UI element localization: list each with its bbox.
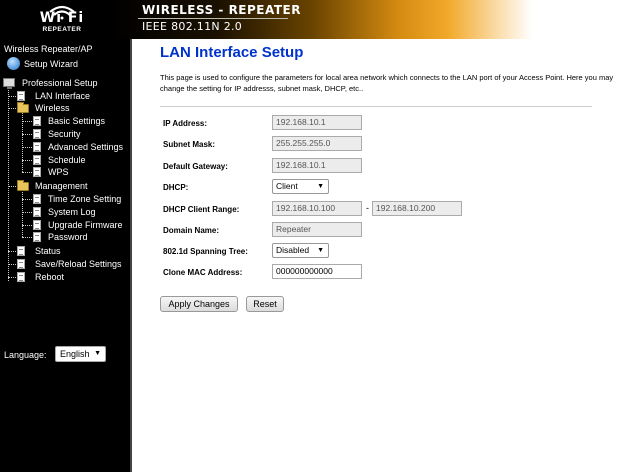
chevron-down-icon: ▼ (94, 350, 101, 357)
sidebar-item-label: Advanced Settings (48, 142, 124, 152)
folder-icon (17, 180, 29, 191)
document-icon (33, 116, 41, 126)
sidebar-item-label: Security (48, 129, 81, 139)
dhcp-range-end-input[interactable]: 192.168.10.200 (372, 201, 462, 216)
tree-line (8, 108, 16, 109)
sidebar-item-label: WPS (48, 167, 69, 177)
tree-line (22, 199, 32, 200)
apply-changes-button[interactable]: Apply Changes (160, 296, 238, 312)
default-gateway-label: Default Gateway: (163, 162, 228, 171)
document-icon (17, 246, 25, 256)
document-icon (33, 142, 41, 152)
tree-line (22, 237, 32, 238)
chevron-down-icon: ▼ (317, 247, 324, 254)
sidebar-title-label: Wireless Repeater/AP (4, 44, 93, 54)
tree-line (8, 186, 16, 187)
header: Wi Fi REPEATER WIRELESS - REPEATER IEEE … (0, 0, 640, 39)
folder-icon (17, 102, 29, 113)
sidebar-item-label: Upgrade Firmware (48, 220, 123, 230)
banner-subtitle: IEEE 802.11N 2.0 (142, 20, 243, 33)
tree-line (22, 134, 32, 135)
language-select[interactable]: English ▼ (55, 346, 106, 362)
logo-subtitle: REPEATER (42, 26, 82, 33)
ip-address-input[interactable]: 192.168.10.1 (272, 115, 362, 130)
sidebar-item-label: Status (35, 246, 61, 256)
sidebar-item-label: Save/Reload Settings (35, 259, 122, 269)
sidebar-item-label: Wireless (35, 103, 70, 113)
spanning-tree-label: 802.1d Spanning Tree: (163, 247, 248, 256)
main-content: LAN Interface Setup This page is used to… (132, 39, 640, 472)
banner-title: WIRELESS - REPEATER (142, 3, 301, 17)
sidebar-item-label: System Log (48, 207, 96, 217)
sidebar-item-label: Setup Wizard (24, 59, 79, 69)
sidebar-item-label: Basic Settings (48, 116, 106, 126)
sidebar-item-label: Management (35, 181, 88, 191)
tree-line (8, 96, 16, 97)
subnet-mask-input[interactable]: 255.255.255.0 (272, 136, 362, 151)
domain-name-label: Domain Name: (163, 226, 220, 235)
tree-line (8, 251, 16, 252)
spanning-tree-select[interactable]: Disabled ▼ (272, 243, 329, 258)
computer-icon (3, 78, 15, 89)
domain-name-input[interactable]: Repeater (272, 222, 362, 237)
chevron-down-icon: ▼ (317, 183, 324, 190)
tree-line (22, 212, 32, 213)
form-divider (160, 106, 592, 107)
document-icon (33, 220, 41, 230)
dhcp-client-range-label: DHCP Client Range: (163, 205, 240, 214)
dhcp-range-start-input[interactable]: 192.168.10.100 (272, 201, 362, 216)
tree-line (22, 172, 32, 173)
tree-line (8, 277, 16, 278)
spanning-tree-select-value: Disabled (276, 245, 310, 255)
document-icon (33, 129, 41, 139)
sidebar-item-label: LAN Interface (35, 91, 91, 101)
document-icon (33, 232, 41, 242)
sidebar: Wireless Repeater/AP Setup Wizard Profes… (0, 39, 132, 472)
sidebar-item-label: Reboot (35, 272, 65, 282)
tree-line (22, 121, 32, 122)
page-description: This page is used to configure the param… (160, 73, 614, 93)
sidebar-item-label: Password (48, 232, 88, 242)
default-gateway-input[interactable]: 192.168.10.1 (272, 158, 362, 173)
product-banner: WIRELESS - REPEATER IEEE 802.11N 2.0 (112, 0, 532, 39)
tree-line (22, 190, 23, 237)
tree-line (8, 264, 16, 265)
document-icon (17, 259, 25, 269)
wifi-logo: Wi Fi REPEATER (0, 0, 112, 39)
banner-divider (138, 18, 288, 19)
document-icon (33, 207, 41, 217)
tree-line (22, 160, 32, 161)
globe-icon (7, 57, 20, 70)
dhcp-select-value: Client (276, 181, 298, 191)
sidebar-item-label: Time Zone Setting (48, 194, 122, 204)
clone-mac-label: Clone MAC Address: (163, 268, 243, 277)
page-title: LAN Interface Setup (160, 44, 304, 61)
reset-button[interactable]: Reset (246, 296, 284, 312)
document-icon (33, 194, 41, 204)
document-icon (17, 272, 25, 282)
sidebar-item-label: Schedule (48, 155, 86, 165)
document-icon (17, 91, 25, 101)
language-select-value: English (60, 349, 90, 359)
document-icon (33, 155, 41, 165)
language-label: Language: (4, 350, 47, 360)
sidebar-item-label: Professional Setup (22, 78, 98, 88)
logo-text: Wi Fi (39, 10, 85, 26)
tree-line (22, 147, 32, 148)
range-separator: - (366, 203, 369, 213)
subnet-mask-label: Subnet Mask: (163, 140, 216, 149)
ip-address-label: IP Address: (163, 119, 208, 128)
dhcp-select[interactable]: Client ▼ (272, 179, 329, 194)
clone-mac-input[interactable]: 000000000000 (272, 264, 362, 279)
document-icon (33, 167, 41, 177)
dhcp-label: DHCP: (163, 183, 189, 192)
tree-line (22, 225, 32, 226)
